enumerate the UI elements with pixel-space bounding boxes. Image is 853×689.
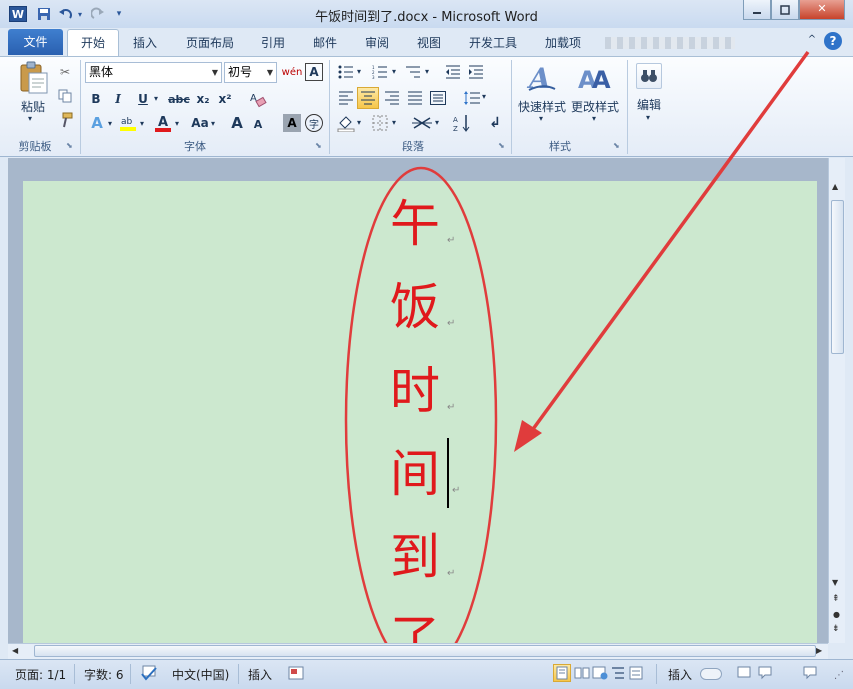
view-icon[interactable] bbox=[737, 665, 751, 679]
insert-mode-right[interactable]: 插入 bbox=[668, 666, 692, 683]
full-screen-reading-icon[interactable] bbox=[574, 665, 590, 681]
annotation-arrow-line bbox=[526, 50, 810, 438]
status-divider bbox=[74, 664, 75, 684]
macro-record-icon[interactable] bbox=[288, 665, 304, 681]
insert-mode[interactable]: 插入 bbox=[248, 666, 272, 683]
status-divider bbox=[238, 664, 239, 684]
language[interactable]: 中文(中国) bbox=[172, 666, 229, 683]
select-browse-icon[interactable]: ● bbox=[833, 610, 840, 619]
vertical-scrollbar[interactable]: ▲ ▼ ⇞ ● ⇟ bbox=[828, 158, 845, 643]
comment-icon[interactable] bbox=[757, 665, 773, 681]
scroll-right-icon[interactable]: ▶ bbox=[816, 646, 822, 655]
annotation-ellipse bbox=[344, 166, 498, 674]
resize-grip-icon[interactable]: ⋰ bbox=[834, 670, 844, 681]
status-bar: 页面: 1/1 字数: 6 中文(中国) 插入 插入 ⋰ bbox=[0, 659, 853, 689]
page-count[interactable]: 页面: 1/1 bbox=[15, 666, 66, 683]
annotation-overlay bbox=[344, 50, 810, 674]
web-layout-icon[interactable] bbox=[592, 665, 608, 681]
prev-page-icon[interactable]: ⇞ bbox=[832, 594, 840, 604]
outline-view-icon[interactable] bbox=[610, 665, 626, 681]
status-divider bbox=[656, 664, 657, 684]
next-page-icon[interactable]: ⇟ bbox=[832, 624, 840, 634]
print-layout-view-icon[interactable] bbox=[553, 664, 571, 682]
scroll-left-icon[interactable]: ◀ bbox=[12, 646, 18, 655]
horizontal-scroll-thumb[interactable] bbox=[34, 645, 816, 657]
draft-view-icon[interactable] bbox=[628, 665, 644, 681]
zoom-toggle[interactable] bbox=[700, 668, 722, 680]
status-divider bbox=[130, 664, 131, 684]
vertical-scroll-thumb[interactable] bbox=[831, 200, 844, 354]
proofing-icon[interactable] bbox=[140, 665, 158, 681]
translate-icon[interactable] bbox=[802, 665, 818, 681]
word-count[interactable]: 字数: 6 bbox=[84, 666, 124, 683]
horizontal-scrollbar[interactable]: ◀ ▶ bbox=[8, 643, 828, 659]
scroll-down-icon[interactable]: ▼ bbox=[832, 578, 838, 587]
scroll-up-icon[interactable]: ▲ bbox=[832, 182, 838, 191]
